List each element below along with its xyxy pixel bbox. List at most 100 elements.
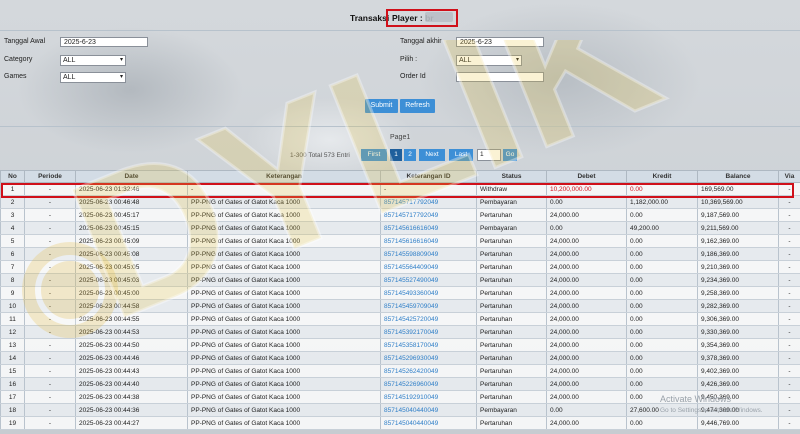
first-page-button[interactable]: First: [361, 149, 387, 161]
column-header[interactable]: No: [0, 170, 25, 183]
table-row[interactable]: 14-2025-06-23 00:44:46 PP-PNG of Gates of…: [0, 351, 800, 365]
table-row[interactable]: 15-2025-06-23 00:44:43 PP-PNG of Gates of…: [0, 364, 800, 378]
cell-no: 18: [0, 403, 25, 417]
cell-keterangan-id[interactable]: 857145040440049: [380, 403, 477, 417]
cell-periode: -: [24, 377, 76, 391]
table-row[interactable]: 10-2025-06-23 00:44:58 PP-PNG of Gates of…: [0, 299, 800, 313]
column-header[interactable]: Via: [778, 170, 800, 183]
cell-keterangan-id[interactable]: 857145459709049: [380, 299, 477, 313]
table-row[interactable]: 4-2025-06-23 00:45:15 PP-PNG of Gates of …: [0, 221, 800, 235]
cell-keterangan-id[interactable]: 857145717792049: [380, 208, 477, 222]
table-row[interactable]: 3-2025-06-23 00:45:17 PP-PNG of Gates of …: [0, 208, 800, 222]
cell-keterangan-id[interactable]: 857145598809049: [380, 247, 477, 261]
cell-keterangan-id[interactable]: 857145425720049: [380, 312, 477, 326]
cell-periode: -: [24, 247, 76, 261]
cell-date: 2025-06-23 00:44:50: [75, 338, 188, 352]
pilih-label: Pilih :: [400, 56, 418, 63]
order-id-input[interactable]: [456, 72, 544, 82]
page-2-button[interactable]: 2: [404, 149, 416, 161]
cell-keterangan-id[interactable]: 857145616616049: [380, 221, 477, 235]
cell-keterangan-id[interactable]: 857145358170049: [380, 338, 477, 352]
cell-debet: 24,000.00: [546, 377, 627, 391]
category-select[interactable]: ALL ▾: [60, 55, 126, 66]
cell-via: -: [778, 286, 800, 300]
submit-button[interactable]: Submit: [365, 99, 398, 113]
last-page-button[interactable]: Last: [449, 149, 473, 161]
cell-no: 7: [0, 260, 25, 274]
cell-keterangan-id[interactable]: 857145296930049: [380, 351, 477, 365]
next-page-button[interactable]: Next: [419, 149, 445, 161]
cell-periode: -: [24, 234, 76, 248]
cell-debet: 24,000.00: [546, 325, 627, 339]
tanggal-akhir-input[interactable]: 2025-6-23: [456, 37, 544, 47]
games-select[interactable]: ALL ▾: [60, 72, 126, 83]
column-header[interactable]: Status: [476, 170, 547, 183]
cell-kredit: 0.00: [626, 364, 698, 378]
table-row[interactable]: 12-2025-06-23 00:44:53 PP-PNG of Gates of…: [0, 325, 800, 339]
page-title: Transaksi: [350, 13, 390, 23]
pilih-select-value: ALL: [459, 57, 472, 64]
cell-keterangan: PP-PNG of Gates of Gatot Kaca 1000: [187, 299, 381, 313]
cell-debet: 24,000.00: [546, 234, 627, 248]
cell-periode: -: [24, 208, 76, 222]
tanggal-awal-input[interactable]: 2025-6-23: [60, 37, 148, 47]
go-button[interactable]: Go: [503, 149, 517, 161]
cell-date: 2025-06-23 00:44:38: [75, 390, 188, 404]
table-row[interactable]: 11-2025-06-23 00:44:55 PP-PNG of Gates of…: [0, 312, 800, 326]
cell-balance: 9,211,569.00: [697, 221, 779, 235]
cell-keterangan-id[interactable]: 857145493360049: [380, 286, 477, 300]
table-row[interactable]: 9-2025-06-23 00:45:00 PP-PNG of Gates of …: [0, 286, 800, 300]
cell-keterangan-id[interactable]: 857145392170049: [380, 325, 477, 339]
cell-keterangan-id[interactable]: 857145262420049: [380, 364, 477, 378]
table-row[interactable]: 19-2025-06-23 00:44:27 PP-PNG of Gates of…: [0, 416, 800, 430]
cell-kredit: 0.00: [626, 234, 698, 248]
cell-keterangan-id[interactable]: 857145527490049: [380, 273, 477, 287]
column-header[interactable]: Keterangan ID: [380, 170, 477, 183]
cell-via: -: [778, 234, 800, 248]
cell-balance: 9,426,369.00: [697, 377, 779, 391]
table-row[interactable]: 5-2025-06-23 00:45:09 PP-PNG of Gates of …: [0, 234, 800, 248]
category-label: Category: [4, 56, 33, 63]
cell-keterangan-id[interactable]: 857145616616049: [380, 234, 477, 248]
column-header[interactable]: Balance: [697, 170, 779, 183]
cell-via: -: [778, 364, 800, 378]
cell-keterangan-id[interactable]: 857145040440049: [380, 416, 477, 430]
column-header[interactable]: Date: [75, 170, 188, 183]
cell-debet: 24,000.00: [546, 390, 627, 404]
cell-via: -: [778, 260, 800, 274]
cell-no: 16: [0, 377, 25, 391]
page-number-input[interactable]: 1: [477, 149, 501, 161]
column-header[interactable]: Kredit: [626, 170, 698, 183]
cell-keterangan: PP-PNG of Gates of Gatot Kaca 1000: [187, 390, 381, 404]
table-row[interactable]: 16-2025-06-23 00:44:40 PP-PNG of Gates of…: [0, 377, 800, 391]
cell-keterangan-id[interactable]: 857145564409049: [380, 260, 477, 274]
table-row[interactable]: 7-2025-06-23 00:45:05 PP-PNG of Gates of …: [0, 260, 800, 274]
page-1-button[interactable]: 1: [390, 149, 402, 161]
column-header[interactable]: Periode: [24, 170, 76, 183]
table-row[interactable]: 13-2025-06-23 00:44:50 PP-PNG of Gates of…: [0, 338, 800, 352]
pilih-select[interactable]: ALL ▾: [456, 55, 522, 66]
cell-status: Pertaruhan: [476, 351, 547, 365]
cell-no: 6: [0, 247, 25, 261]
cell-status: Pertaruhan: [476, 377, 547, 391]
cell-no: 19: [0, 416, 25, 430]
cell-date: 2025-06-23 00:45:15: [75, 221, 188, 235]
column-header[interactable]: Debet: [546, 170, 627, 183]
cell-keterangan-id[interactable]: 857145226960049: [380, 377, 477, 391]
cell-no: 5: [0, 234, 25, 248]
cell-date: 2025-06-23 00:44:46: [75, 351, 188, 365]
cell-periode: -: [24, 416, 76, 430]
column-header[interactable]: Keterangan: [187, 170, 381, 183]
tanggal-akhir-label: Tanggal akhir: [400, 38, 442, 45]
cell-debet: 24,000.00: [546, 338, 627, 352]
cell-debet: 24,000.00: [546, 351, 627, 365]
cell-periode: -: [24, 260, 76, 274]
cell-via: -: [778, 325, 800, 339]
table-row[interactable]: 8-2025-06-23 00:45:03 PP-PNG of Gates of …: [0, 273, 800, 287]
cell-kredit: 0.00: [626, 377, 698, 391]
cell-keterangan-id[interactable]: 857145192910049: [380, 390, 477, 404]
refresh-button[interactable]: Refresh: [400, 99, 435, 113]
cell-no: 9: [0, 286, 25, 300]
cell-balance: 9,330,369.00: [697, 325, 779, 339]
table-row[interactable]: 6-2025-06-23 00:45:08 PP-PNG of Gates of …: [0, 247, 800, 261]
